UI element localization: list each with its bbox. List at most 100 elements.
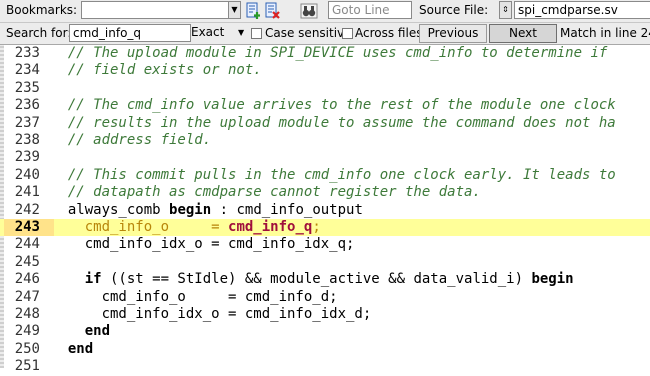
line-number: 245 — [14, 253, 40, 270]
source-file-label: Source File: — [419, 3, 489, 17]
line-number: 240 — [14, 166, 40, 183]
code-text: cmd_info_o = — [51, 219, 229, 235]
code-comment: // address field. — [51, 132, 212, 148]
line-text: end — [51, 341, 93, 358]
code-keyword: begin — [531, 271, 574, 288]
line-text: end — [51, 323, 110, 340]
code-comment: // results in the upload module to assum… — [51, 114, 616, 131]
next-button[interactable]: Next — [489, 24, 557, 43]
code-comment: // This commit pulls in the cmd_info one… — [51, 166, 616, 183]
line-number: 248 — [14, 306, 40, 322]
code-text: cmd_info_idx_o = cmd_info_idx_d; — [51, 306, 372, 322]
line-number: 251 — [14, 358, 40, 375]
bookmarks-label: Bookmarks: — [6, 3, 78, 17]
line-number: 234 — [14, 62, 40, 79]
code-line[interactable]: 247 cmd_info_o = cmd_info_d; — [0, 289, 650, 306]
line-number: 235 — [14, 79, 40, 96]
search-input[interactable]: cmd_info_q — [69, 24, 191, 42]
goto-line-input[interactable]: Goto Line — [328, 1, 412, 19]
code-line[interactable]: 240 // This commit pulls in the cmd_info… — [0, 167, 650, 184]
code-line[interactable]: 241 // datapath as cmdparse cannot regis… — [0, 184, 650, 201]
code-line[interactable]: 243 cmd_info_o = cmd_info_q; — [0, 219, 650, 237]
line-text: // address field. — [51, 132, 211, 149]
line-number: 241 — [14, 184, 40, 201]
search-toolbar: Search for: cmd_info_q Exact ▼ Case sens… — [0, 23, 650, 45]
across-files-checkbox[interactable] — [342, 28, 353, 39]
line-text: cmd_info_idx_o = cmd_info_idx_d; — [51, 306, 372, 323]
code-line[interactable]: 235 — [0, 80, 650, 97]
search-match: cmd_info_q — [228, 219, 313, 235]
search-status: Match in line 243 — [560, 26, 650, 40]
bookmark-add-icon[interactable] — [244, 2, 262, 20]
code-line[interactable]: 239 — [0, 149, 650, 166]
line-text: // The cmd_info value arrives to the res… — [51, 97, 616, 114]
previous-button[interactable]: Previous — [419, 24, 487, 43]
bookmark-toolbar: Bookmarks: ▼ Goto Line Source File: ⇕ sp… — [0, 0, 650, 23]
code-keyword: end — [67, 340, 94, 357]
across-files-label: Across files — [355, 26, 423, 40]
line-text: cmd_info_o = cmd_info_q; — [51, 219, 321, 236]
chevron-down-icon[interactable]: ▼ — [228, 1, 241, 19]
code-text: always_comb — [51, 201, 170, 218]
case-sensitive-label: Case sensitive — [265, 26, 352, 40]
line-number: 242 — [14, 201, 40, 218]
line-number: 237 — [14, 114, 40, 131]
code-comment: // The upload module in SPI_DEVICE uses … — [51, 45, 608, 61]
line-text: cmd_info_o = cmd_info_d; — [51, 289, 338, 306]
code-keyword: end — [84, 323, 111, 340]
line-text: // datapath as cmdparse cannot register … — [51, 184, 481, 201]
line-number: 250 — [14, 340, 40, 357]
line-number: 246 — [14, 271, 40, 288]
case-sensitive-checkbox[interactable] — [251, 28, 262, 39]
line-number: 238 — [14, 132, 40, 148]
code-keyword: begin — [169, 201, 212, 218]
code-text: cmd_info_idx_o = cmd_info_idx_q; — [51, 236, 355, 253]
code-line[interactable]: 242 always_comb begin : cmd_info_output — [0, 202, 650, 219]
code-line[interactable]: 251 — [0, 358, 650, 375]
source-file-field[interactable]: spi_cmdparse.sv — [514, 1, 650, 19]
line-text: // results in the upload module to assum… — [51, 115, 616, 132]
code-line[interactable]: 248 cmd_info_idx_o = cmd_info_idx_d; — [0, 306, 650, 323]
code-line[interactable]: 237 // results in the upload module to a… — [0, 115, 650, 132]
line-text: always_comb begin : cmd_info_output — [51, 202, 363, 219]
code-text: cmd_info_o = cmd_info_d; — [51, 288, 338, 305]
code-line[interactable]: 234 // field exists or not. — [0, 62, 650, 79]
code-line[interactable]: 250 end — [0, 341, 650, 358]
code-keyword: if — [84, 271, 102, 288]
code-line[interactable]: 249 end — [0, 323, 650, 340]
code-line[interactable]: 233 // The upload module in SPI_DEVICE u… — [0, 45, 650, 62]
code-line[interactable]: 238 // address field. — [0, 132, 650, 149]
line-number: 243 — [14, 219, 40, 235]
line-number: 233 — [14, 45, 40, 61]
line-number: 236 — [14, 97, 40, 114]
line-text: if ((st == StIdle) && module_active && d… — [51, 271, 574, 288]
bookmark-remove-icon[interactable] — [263, 2, 281, 20]
code-line[interactable]: 236 // The cmd_info value arrives to the… — [0, 97, 650, 114]
search-mode-select[interactable]: Exact ▼ — [191, 24, 247, 41]
line-number: 239 — [14, 149, 40, 166]
search-mode-value: Exact — [191, 25, 225, 39]
search-label: Search for: — [6, 26, 72, 40]
code-comment: // datapath as cmdparse cannot register … — [51, 184, 481, 201]
line-text: // field exists or not. — [51, 62, 262, 79]
line-text: cmd_info_idx_o = cmd_info_idx_q; — [51, 236, 355, 253]
line-number: 244 — [14, 236, 40, 253]
code-line[interactable]: 244 cmd_info_idx_o = cmd_info_idx_q; — [0, 236, 650, 253]
code-line[interactable]: 246 if ((st == StIdle) && module_active … — [0, 271, 650, 288]
chevron-down-icon: ▼ — [238, 28, 245, 37]
line-number: 247 — [14, 288, 40, 305]
code-text: : cmd_info_output — [211, 201, 363, 218]
code-text: ; — [312, 219, 321, 235]
code-comment: // field exists or not. — [51, 62, 262, 79]
line-text: // This commit pulls in the cmd_info one… — [51, 167, 616, 184]
code-line[interactable]: 245 — [0, 254, 650, 271]
line-text: // The upload module in SPI_DEVICE uses … — [51, 45, 607, 62]
binoculars-icon[interactable] — [300, 2, 318, 20]
code-text: ((st == StIdle) && module_active && data… — [101, 271, 532, 288]
line-number: 249 — [14, 323, 40, 340]
spinner-arrows-icon[interactable]: ⇕ — [499, 1, 512, 19]
bookmarks-combo[interactable] — [81, 1, 231, 19]
